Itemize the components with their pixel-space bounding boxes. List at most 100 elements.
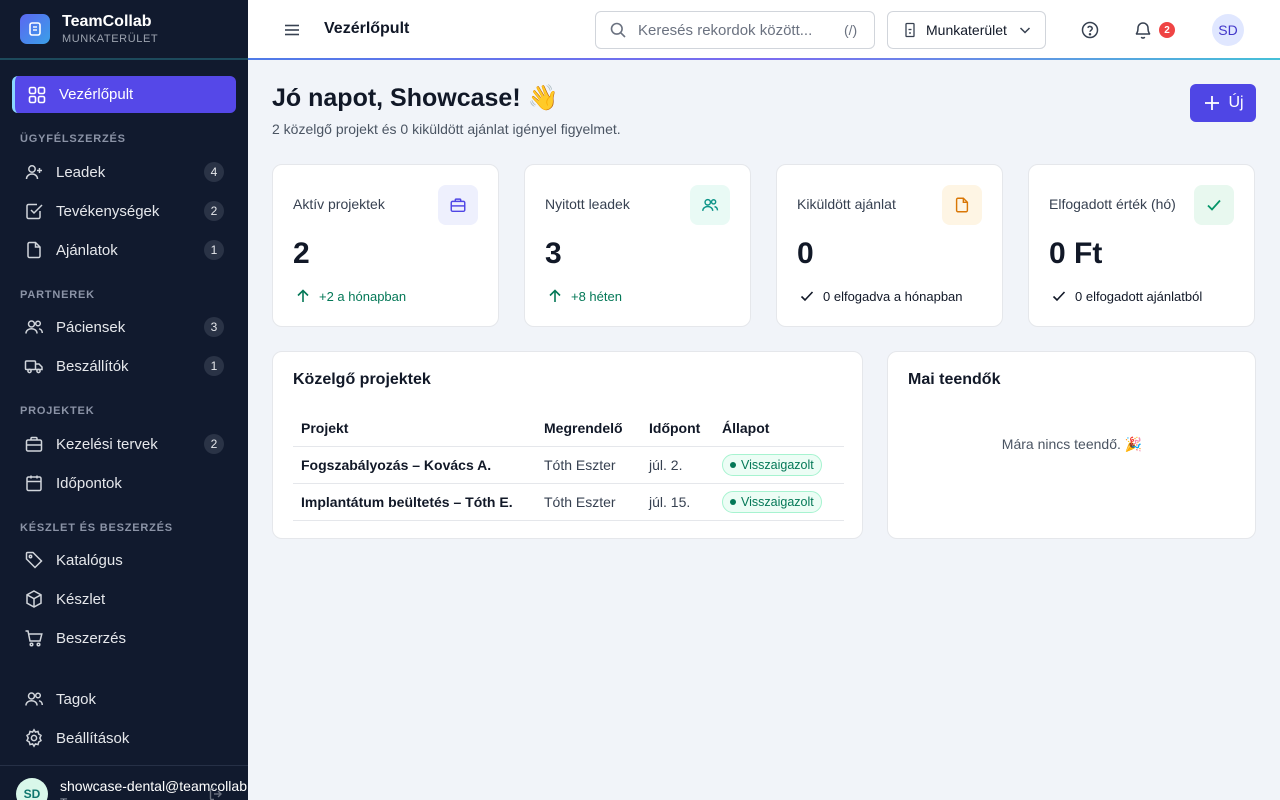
check-icon <box>797 286 817 306</box>
stat-delta: 0 elfogadva a hónapban <box>797 286 963 306</box>
sidebar-item-label: Ajánlatok <box>56 241 118 259</box>
stat-delta-text: 0 elfogadva a hónapban <box>823 288 963 304</box>
empty-state-text: Mára nincs teendő. 🎉 <box>1001 436 1143 452</box>
todays-tasks-card: Mai teendők Mára nincs teendő. 🎉 <box>887 351 1256 539</box>
stat-delta-text: +8 héten <box>571 288 622 304</box>
sidebar-item-members[interactable]: Tagok <box>12 681 236 717</box>
stat-card-active-projects[interactable]: Aktív projektek 2 +2 a hónapban <box>272 164 499 327</box>
sidebar-item-label: Beszerzés <box>56 629 127 647</box>
sidebar-item-suppliers[interactable]: Beszállítók 1 <box>12 348 236 384</box>
tag-icon <box>24 550 44 570</box>
truck-icon <box>24 356 44 376</box>
stat-delta-text: +2 a hónapban <box>319 288 407 304</box>
status-badge: Visszaigazolt <box>722 490 822 513</box>
client-name: Tóth Eszter <box>536 483 641 521</box>
users-icon <box>24 689 44 709</box>
menu-icon[interactable] <box>282 20 302 45</box>
column-header[interactable]: Projekt <box>293 410 536 447</box>
arrow-up-icon <box>293 286 313 306</box>
stat-value: 2 <box>293 237 310 270</box>
count-badge: 1 <box>204 356 224 376</box>
document-icon <box>942 185 982 225</box>
status-label: Visszaigazolt <box>741 457 814 472</box>
search-box[interactable]: (/) <box>595 11 875 49</box>
project-date: júl. 2. <box>641 446 714 484</box>
sidebar-item-label: Tevékenységek <box>56 202 160 220</box>
sidebar-item-label: Kezelési tervek <box>56 435 158 453</box>
search-shortcut: (/) <box>844 22 858 38</box>
building-icon <box>900 20 920 40</box>
stat-delta-text: 0 elfogadott ajánlatból <box>1075 288 1203 304</box>
sidebar-item-label: Vezérlőpult <box>59 86 134 103</box>
table-header-row: Projekt Megrendelő Időpont Állapot <box>293 410 844 447</box>
section-title: KÉSZLET ÉS BESZERZÉS <box>20 522 173 534</box>
stat-card-open-leads[interactable]: Nyitott leadek 3 +8 héten <box>524 164 751 327</box>
new-button[interactable]: Új <box>1190 84 1256 122</box>
card-title: Közelgő projektek <box>293 371 431 388</box>
sidebar-item-appointments[interactable]: Időpontok <box>12 465 236 501</box>
cart-icon <box>24 628 44 648</box>
sidebar-item-label: Beszállítók <box>56 357 129 375</box>
workspace-select[interactable]: Munkaterület <box>887 11 1046 49</box>
checkbox-icon <box>24 201 44 221</box>
table-row[interactable]: Implantátum beültetés – Tóth E. Tóth Esz… <box>293 483 844 521</box>
status-dot-icon <box>730 498 736 505</box>
new-button-label: Új <box>1228 94 1244 111</box>
stat-label: Aktív projektek <box>293 196 385 212</box>
count-badge: 2 <box>204 201 224 221</box>
sidebar-item-inventory[interactable]: Készlet <box>12 581 236 617</box>
column-header[interactable]: Időpont <box>641 410 714 447</box>
sidebar-item-label: Időpontok <box>56 474 122 492</box>
user-plus-icon <box>24 162 44 182</box>
logout-icon[interactable] <box>208 786 224 800</box>
notification-badge: 2 <box>1159 22 1175 38</box>
chevron-down-icon <box>1015 20 1035 40</box>
column-header[interactable]: Állapot <box>714 410 844 447</box>
sidebar-item-label: Katalógus <box>56 551 123 569</box>
count-badge: 1 <box>204 240 224 260</box>
project-name[interactable]: Implantátum beültetés – Tóth E. <box>293 483 536 521</box>
help-icon[interactable] <box>1080 20 1100 45</box>
section-title: PARTNEREK <box>20 289 95 301</box>
check-icon <box>1049 286 1069 306</box>
stat-card-accepted-value[interactable]: Elfogadott érték (hó) 0 Ft 0 elfogadott … <box>1028 164 1255 327</box>
table-row[interactable]: Fogszabályozás – Kovács A. Tóth Eszter j… <box>293 446 844 484</box>
sidebar-item-catalog[interactable]: Katalógus <box>12 542 236 578</box>
sidebar-item-patients[interactable]: Páciensek 3 <box>12 309 236 345</box>
briefcase-icon <box>438 185 478 225</box>
sidebar-item-dashboard[interactable]: Vezérlőpult <box>12 76 236 113</box>
sidebar-item-purchasing[interactable]: Beszerzés <box>12 620 236 656</box>
sidebar-item-offers[interactable]: Ajánlatok 1 <box>12 232 236 268</box>
topbar-accent-line <box>248 58 1280 60</box>
sidebar-item-label: Tagok <box>56 690 97 708</box>
workspace-label: Munkaterület <box>926 22 1007 38</box>
status-cell: Visszaigazolt <box>714 446 844 484</box>
status-cell: Visszaigazolt <box>714 483 844 521</box>
sidebar-item-leads[interactable]: Leadek 4 <box>12 154 236 190</box>
project-name[interactable]: Fogszabályozás – Kovács A. <box>293 446 536 484</box>
search-icon <box>608 20 628 40</box>
stat-card-sent-offers[interactable]: Kiküldött ajánlat 0 0 elfogadva a hónapb… <box>776 164 1003 327</box>
app-logo-icon <box>20 14 50 44</box>
box-icon <box>24 589 44 609</box>
user-role: T... <box>60 796 76 800</box>
plus-icon <box>1202 93 1222 113</box>
check-icon <box>1194 185 1234 225</box>
search-input[interactable] <box>638 21 838 39</box>
sidebar-item-label: Páciensek <box>56 318 126 336</box>
user-avatar[interactable]: SD <box>1212 14 1244 46</box>
brand[interactable]: TeamCollab MUNKATERÜLET <box>0 0 248 60</box>
sidebar-item-settings[interactable]: Beállítások <box>12 720 236 756</box>
stat-delta: +8 héten <box>545 286 622 306</box>
stat-label: Elfogadott érték (hó) <box>1049 196 1176 212</box>
sidebar-item-treatment-plans[interactable]: Kezelési tervek 2 <box>12 426 236 462</box>
briefcase-icon <box>24 434 44 454</box>
stat-value: 0 Ft <box>1049 237 1103 270</box>
app-subtitle: MUNKATERÜLET <box>62 33 159 45</box>
status-badge: Visszaigazolt <box>722 453 822 476</box>
sidebar-item-label: Beállítások <box>56 729 130 747</box>
bell-icon[interactable] <box>1133 20 1153 45</box>
projects-table: Projekt Megrendelő Időpont Állapot Fogsz… <box>293 410 844 521</box>
column-header[interactable]: Megrendelő <box>536 410 641 447</box>
sidebar-item-activities[interactable]: Tevékenységek 2 <box>12 193 236 229</box>
